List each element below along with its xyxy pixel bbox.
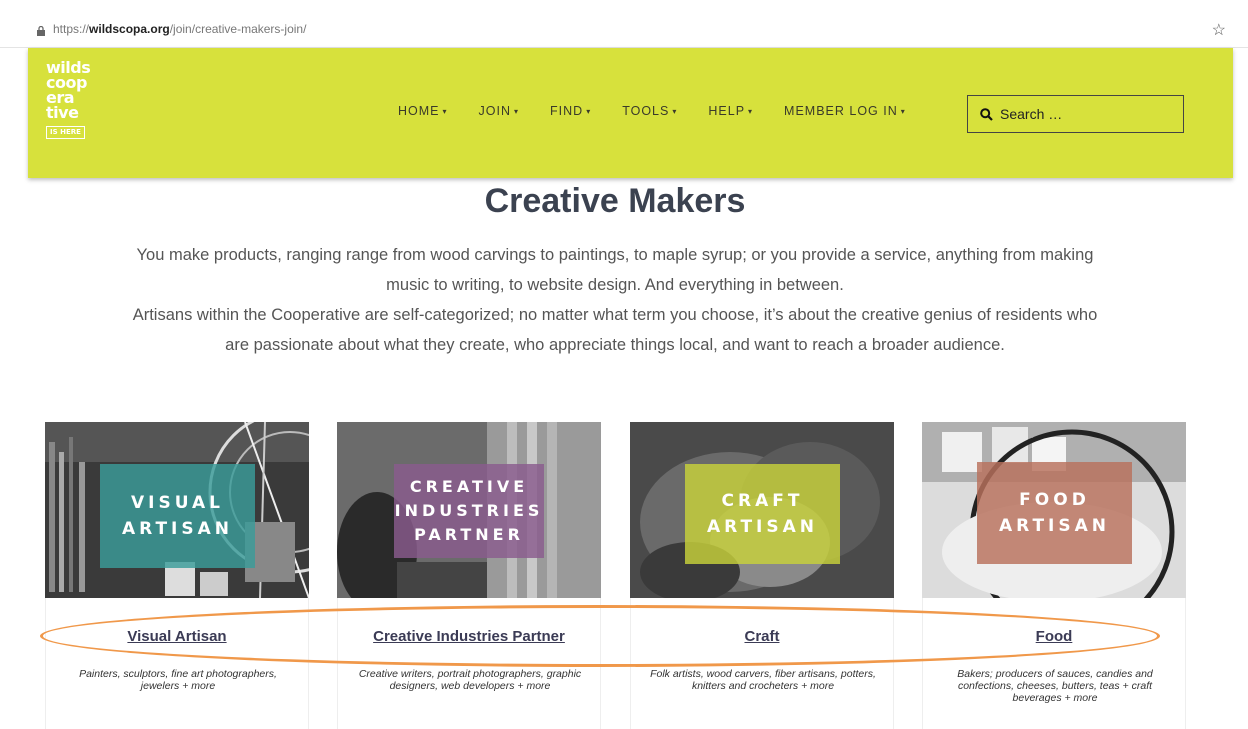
card-food: FOOD ARTISAN Food Bakers; producers of s… — [922, 422, 1186, 729]
card-image[interactable]: VISUAL ARTISAN — [45, 422, 309, 598]
caret-down-icon: ▾ — [748, 107, 754, 116]
site-header: wilds coop era tive IS HERE HOME ▾ JOIN ▾ … — [28, 48, 1233, 178]
logo-line: tive — [46, 103, 79, 122]
card-title-link[interactable]: Craft — [631, 628, 893, 645]
nav-member-login[interactable]: MEMBER LOG IN ▾ — [784, 104, 906, 118]
caret-down-icon: ▾ — [900, 107, 906, 116]
url-text[interactable]: https://wildscopa.org/join/creative-make… — [53, 22, 306, 36]
category-cards: VISUAL ARTISAN Visual Artisan Painters, … — [45, 422, 1186, 729]
card-image[interactable]: CREATIVE INDUSTRIES PARTNER — [337, 422, 601, 598]
overlay-line: FOOD — [1019, 490, 1090, 510]
caret-down-icon: ▾ — [514, 107, 520, 116]
card-overlay: FOOD ARTISAN — [977, 462, 1132, 564]
card-overlay: CRAFT ARTISAN — [685, 464, 840, 564]
nav-find[interactable]: FIND ▾ — [550, 104, 591, 118]
card-overlay: CREATIVE INDUSTRIES PARTNER — [394, 464, 544, 558]
caret-down-icon: ▾ — [672, 107, 678, 116]
card-caption: Craft Folk artists, wood carvers, fiber … — [630, 598, 894, 729]
card-description: Folk artists, wood carvers, fiber artisa… — [650, 668, 876, 692]
card-caption: Food Bakers; producers of sauces, candie… — [922, 598, 1186, 729]
search-input[interactable] — [1000, 106, 1170, 122]
intro-text: You make products, ranging range from wo… — [120, 240, 1110, 360]
card-title-link[interactable]: Food — [923, 628, 1185, 645]
card-craft: CRAFT ARTISAN Craft Folk artists, wood c… — [630, 422, 894, 729]
overlay-line: ARTISAN — [706, 517, 819, 537]
overlay-line: VISUAL — [130, 493, 224, 513]
caret-down-icon: ▾ — [586, 107, 592, 116]
card-creative-industries: CREATIVE INDUSTRIES PARTNER Creative Ind… — [337, 422, 601, 729]
card-image[interactable]: FOOD ARTISAN — [922, 422, 1186, 598]
site-logo[interactable]: wilds coop era tive IS HERE — [46, 60, 108, 170]
bookmark-star-icon[interactable]: ☆ — [1212, 20, 1226, 40]
overlay-line: ARTISAN — [998, 516, 1111, 536]
overlay-line: PARTNER — [414, 525, 524, 544]
browser-address-bar[interactable]: https://wildscopa.org/join/creative-make… — [0, 0, 1248, 48]
search-icon — [980, 107, 993, 121]
search-box[interactable] — [967, 95, 1184, 133]
nav-help[interactable]: HELP ▾ — [708, 104, 753, 118]
card-description: Creative writers, portrait photographers… — [358, 668, 582, 692]
nav-home[interactable]: HOME ▾ — [398, 104, 448, 118]
card-visual-artisan: VISUAL ARTISAN Visual Artisan Painters, … — [45, 422, 309, 729]
nav-tools[interactable]: TOOLS ▾ — [622, 104, 677, 118]
lock-icon — [37, 26, 45, 36]
overlay-line: ARTISAN — [121, 519, 234, 539]
card-image[interactable]: CRAFT ARTISAN — [630, 422, 894, 598]
intro-paragraph-2: Artisans within the Cooperative are self… — [132, 306, 1098, 354]
card-description: Painters, sculptors, fine art photograph… — [79, 668, 277, 692]
logo-tagline: IS HERE — [46, 126, 85, 139]
caret-down-icon: ▾ — [442, 107, 448, 116]
card-overlay: VISUAL ARTISAN — [100, 464, 255, 568]
card-caption: Creative Industries Partner Creative wri… — [337, 598, 601, 729]
card-description: Bakers; producers of sauces, candies and… — [957, 668, 1153, 704]
overlay-line: CREATIVE — [409, 477, 529, 496]
card-title-link[interactable]: Creative Industries Partner — [338, 628, 600, 645]
card-caption: Visual Artisan Painters, sculptors, fine… — [45, 598, 309, 729]
nav-join[interactable]: JOIN ▾ — [479, 104, 520, 118]
overlay-line: CRAFT — [721, 491, 804, 511]
page-title: Creative Makers — [484, 182, 746, 220]
card-title-link[interactable]: Visual Artisan — [46, 628, 308, 645]
main-nav: HOME ▾ JOIN ▾ FIND ▾ TOOLS ▾ HELP ▾ MEMBER LO… — [398, 104, 937, 118]
overlay-line: INDUSTRIES — [394, 501, 544, 520]
intro-paragraph-1: You make products, ranging range from wo… — [136, 246, 1094, 294]
